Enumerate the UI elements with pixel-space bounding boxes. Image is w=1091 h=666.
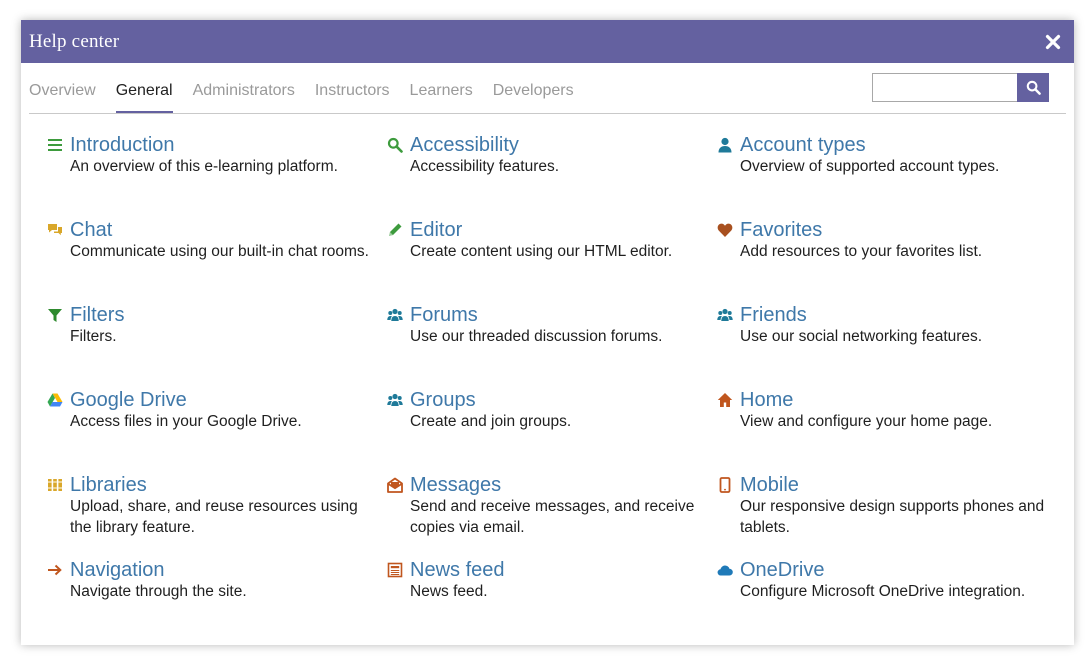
topic-description: View and configure your home page. [740, 413, 993, 430]
topic-description: Use our social networking features. [740, 328, 983, 345]
topic-groups: Groups Create and join groups. [387, 388, 717, 433]
tab-instructors[interactable]: Instructors [315, 82, 390, 113]
topic-description: Access files in your Google Drive. [70, 413, 302, 430]
search-input[interactable] [872, 73, 1017, 102]
topic-editor: Editor Create content using our HTML edit… [387, 218, 717, 263]
topic-friends: Friends Use our social networking feature… [717, 303, 1047, 348]
topic-chat: Chat Communicate using our built-in chat … [47, 218, 377, 263]
search-box [872, 73, 1049, 102]
topic-description: Configure Microsoft OneDrive integration… [740, 583, 1026, 600]
people-icon [387, 392, 403, 408]
google-drive-icon [47, 392, 63, 408]
newspaper-icon [387, 562, 403, 578]
topic-google-drive: Google Drive Access files in your Google … [47, 388, 377, 433]
topic-link-introduction[interactable]: Introduction [70, 133, 377, 157]
pencil-icon [387, 222, 403, 238]
topic-news-feed: News feed News feed. [387, 558, 717, 603]
topic-link-editor[interactable]: Editor [410, 218, 717, 242]
topic-messages: Messages Send and receive messages, and r… [387, 473, 717, 538]
dialog-title: Help center [29, 30, 120, 52]
people-icon [717, 307, 733, 323]
topic-link-libraries[interactable]: Libraries [70, 473, 377, 497]
topic-description: News feed. [410, 583, 488, 600]
topic-description: Accessibility features. [410, 158, 560, 175]
arrow-right-icon [47, 562, 63, 578]
tab-learners[interactable]: Learners [410, 82, 473, 113]
heart-icon [717, 222, 733, 238]
cloud-icon [717, 562, 733, 578]
topic-description: Communicate using our built-in chat room… [70, 243, 369, 260]
topic-onedrive: OneDrive Configure Microsoft OneDrive int… [717, 558, 1047, 603]
help-center-dialog: Help center Overview General Administrat… [21, 20, 1074, 645]
books-icon [47, 477, 63, 493]
house-icon [717, 392, 733, 408]
topic-link-account-types[interactable]: Account types [740, 133, 1047, 157]
topic-description: An overview of this e-learning platform. [70, 158, 338, 175]
tab-general[interactable]: General [115, 82, 173, 113]
title-bar: Help center [21, 20, 1074, 63]
list-icon [47, 137, 63, 153]
funnel-icon [47, 307, 63, 323]
topic-link-groups[interactable]: Groups [410, 388, 717, 412]
topic-link-google-drive[interactable]: Google Drive [70, 388, 377, 412]
topic-favorites: Favorites Add resources to your favorites… [717, 218, 1047, 263]
topic-accessibility: Accessibility Accessibility features. [387, 133, 717, 178]
topic-home: Home View and configure your home page. [717, 388, 1047, 433]
people-icon [387, 307, 403, 323]
tab-bar: Overview General Administrators Instruct… [29, 63, 1066, 114]
magnifier-icon [387, 137, 403, 153]
topic-link-filters[interactable]: Filters [70, 303, 377, 327]
topic-description: Our responsive design supports phones an… [740, 498, 1045, 536]
search-icon [1026, 80, 1041, 95]
chat-bubbles-icon [47, 222, 63, 238]
topic-description: Add resources to your favorites list. [740, 243, 983, 260]
topic-description: Upload, share, and reuse resources using… [70, 498, 358, 536]
topic-description: Create content using our HTML editor. [410, 243, 673, 260]
envelope-icon [387, 477, 403, 493]
topic-link-friends[interactable]: Friends [740, 303, 1047, 327]
topic-link-home[interactable]: Home [740, 388, 1047, 412]
topic-link-messages[interactable]: Messages [410, 473, 717, 497]
user-icon [717, 137, 733, 153]
topic-description: Use our threaded discussion forums. [410, 328, 663, 345]
tab-administrators[interactable]: Administrators [193, 82, 295, 113]
topic-description: Overview of supported account types. [740, 158, 1000, 175]
topic-description: Navigate through the site. [70, 583, 247, 600]
topic-account-types: Account types Overview of supported accou… [717, 133, 1047, 178]
phone-icon [717, 477, 733, 493]
topic-link-news-feed[interactable]: News feed [410, 558, 717, 582]
topic-link-navigation[interactable]: Navigation [70, 558, 377, 582]
topic-forums: Forums Use our threaded discussion forums… [387, 303, 717, 348]
topic-description: Filters. [70, 328, 117, 345]
topic-navigation: Navigation Navigate through the site. [47, 558, 377, 603]
topic-link-favorites[interactable]: Favorites [740, 218, 1047, 242]
topic-libraries: Libraries Upload, share, and reuse resour… [47, 473, 377, 538]
tab-overview[interactable]: Overview [29, 82, 96, 113]
topic-link-onedrive[interactable]: OneDrive [740, 558, 1047, 582]
topic-link-chat[interactable]: Chat [70, 218, 377, 242]
tab-developers[interactable]: Developers [493, 82, 574, 113]
topic-introduction: Introduction An overview of this e-learni… [47, 133, 377, 178]
topic-link-mobile[interactable]: Mobile [740, 473, 1047, 497]
topic-link-forums[interactable]: Forums [410, 303, 717, 327]
topic-description: Create and join groups. [410, 413, 572, 430]
topic-description: Send and receive messages, and receive c… [410, 498, 695, 536]
search-button[interactable] [1017, 73, 1049, 102]
close-icon[interactable] [1044, 33, 1062, 51]
topic-link-accessibility[interactable]: Accessibility [410, 133, 717, 157]
topic-filters: Filters Filters. [47, 303, 377, 348]
topic-mobile: Mobile Our responsive design supports pho… [717, 473, 1047, 538]
